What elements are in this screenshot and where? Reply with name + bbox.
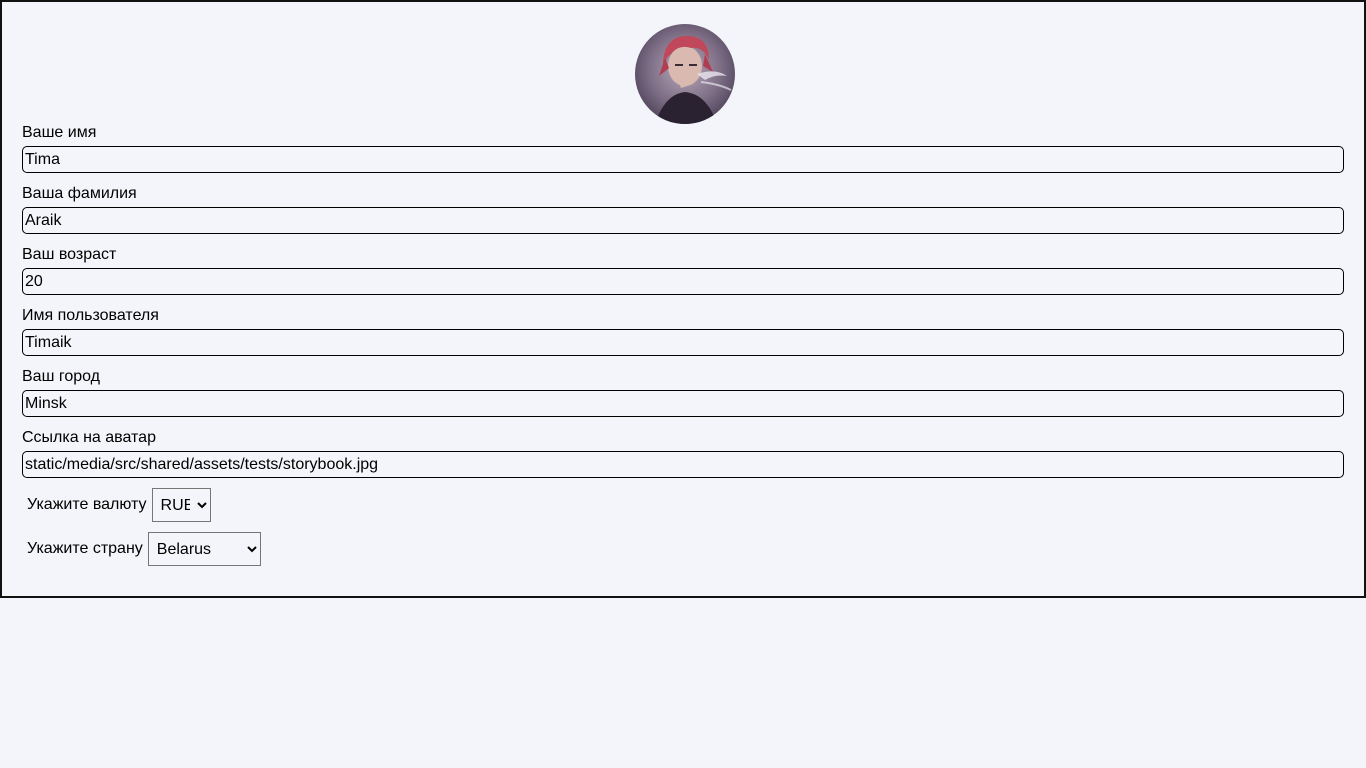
currency-select[interactable]: RUB: [151, 488, 211, 522]
age-input[interactable]: [22, 268, 1344, 295]
username-input[interactable]: [22, 329, 1344, 356]
username-label: Имя пользователя: [22, 307, 159, 324]
last-name-label: Ваша фамилия: [22, 185, 137, 202]
country-label: Укажите страну: [27, 540, 143, 557]
first-name-label: Ваше имя: [22, 124, 97, 141]
profile-card: Ваше имя Ваша фамилия Ваш возраст Имя по…: [0, 0, 1366, 598]
avatar: [635, 24, 735, 124]
currency-label: Укажите валюту: [27, 496, 147, 513]
age-label: Ваш возраст: [22, 246, 117, 263]
city-label: Ваш город: [22, 368, 101, 385]
first-name-input[interactable]: [22, 146, 1344, 173]
avatar-link-field: Ссылка на аватар: [22, 429, 1344, 478]
avatar-link-input[interactable]: [22, 451, 1344, 478]
avatar-image: [635, 24, 735, 124]
last-name-input[interactable]: [22, 207, 1344, 234]
currency-row: Укажите валюту RUB: [27, 488, 211, 522]
country-select[interactable]: Belarus: [147, 532, 261, 566]
country-row: Укажите страну Belarus: [27, 532, 261, 566]
username-field: Имя пользователя: [22, 307, 1344, 356]
city-input[interactable]: [22, 390, 1344, 417]
age-field: Ваш возраст: [22, 246, 1344, 295]
last-name-field: Ваша фамилия: [22, 185, 1344, 234]
first-name-field: Ваше имя: [22, 124, 1344, 173]
avatar-link-label: Ссылка на аватар: [22, 429, 156, 446]
city-field: Ваш город: [22, 368, 1344, 417]
